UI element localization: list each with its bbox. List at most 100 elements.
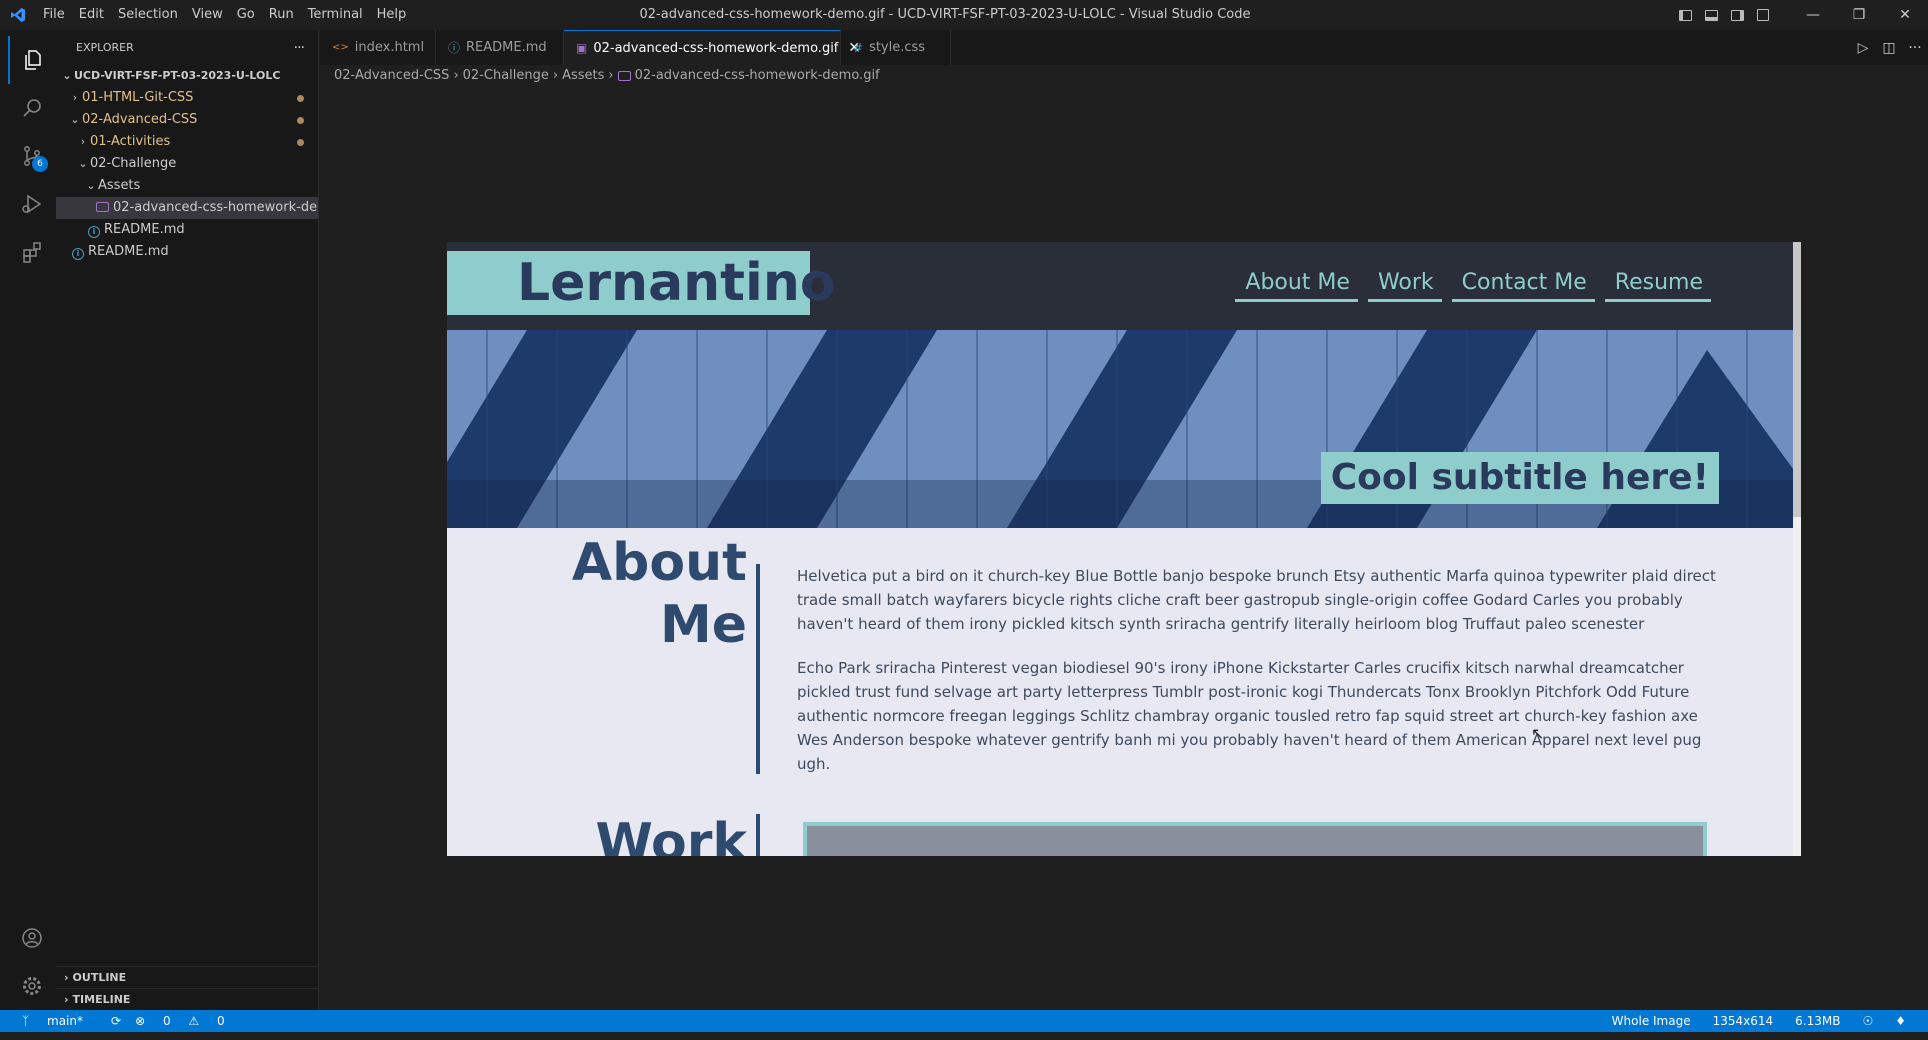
vscode-logo-icon	[0, 0, 36, 30]
preview-about-paragraph-2: Echo Park sriracha Pinterest vegan biodi…	[797, 659, 1702, 773]
status-left: ᛉ main* ⟳ ⊗ 0 ⚠ 0	[0, 1014, 253, 1028]
explorer-icon[interactable]	[8, 36, 56, 84]
tree-item-label: README.md	[88, 244, 169, 259]
run-icon[interactable]: ▷	[1850, 40, 1876, 56]
source-control-icon[interactable]: 6	[8, 132, 56, 180]
chevron-down-icon: ⌄	[78, 157, 88, 170]
toggle-secondary-sidebar-icon[interactable]	[1724, 0, 1750, 30]
modified-dot	[297, 139, 304, 146]
editor-actions: ▷ ◫ ···	[1850, 30, 1928, 65]
tree-item-label: README.md	[104, 222, 185, 237]
status-bar: ᛉ main* ⟳ ⊗ 0 ⚠ 0 Whole Image 1354x614 6…	[0, 1010, 1928, 1032]
window-title: 02-advanced-css-homework-demo.gif - UCD-…	[639, 7, 1251, 22]
outline-label: OUTLINE	[72, 971, 127, 984]
modified-dot	[297, 95, 304, 102]
tree-item-label: 02-Advanced-CSS	[82, 112, 198, 127]
outline-section[interactable]: › OUTLINE	[56, 966, 319, 988]
menu-file[interactable]: File	[36, 0, 72, 30]
menu-terminal[interactable]: Terminal	[301, 0, 370, 30]
breadcrumb-item[interactable]: Assets	[562, 65, 604, 87]
tree-item-label: 01-Activities	[90, 134, 171, 149]
restore-button[interactable]: ❐	[1836, 0, 1882, 30]
modified-dot	[297, 117, 304, 124]
preview-nav: About Me Work Contact Me Resume	[1225, 268, 1711, 302]
tree-item-01-activities[interactable]: › 01-Activities	[56, 131, 318, 153]
toggle-primary-sidebar-icon[interactable]	[1672, 0, 1698, 30]
breadcrumb-item[interactable]: 02-Challenge	[463, 65, 549, 87]
tab-gif[interactable]: ▣ 02-advanced-css-homework-demo.gif ✕	[564, 30, 860, 65]
tab-style-css[interactable]: # style.css	[841, 30, 951, 65]
tab-index-html[interactable]: <> index.html	[320, 30, 436, 65]
warning-count: 0	[217, 1014, 225, 1028]
preview-work-divider	[756, 814, 760, 856]
tree-item-readme-challenge[interactable]: i README.md	[56, 219, 318, 241]
chevron-right-icon: ›	[80, 135, 86, 148]
timeline-section[interactable]: › TIMELINE	[56, 988, 319, 1010]
preview-nav-contact: Contact Me	[1451, 268, 1595, 302]
workspace-root[interactable]: ⌄ UCD-VIRT-FSF-PT-03-2023-U-LOLC	[56, 65, 318, 87]
tree-item-assets[interactable]: ⌄ Assets	[56, 175, 318, 197]
more-actions-icon[interactable]: ···	[294, 40, 305, 56]
tab-label: index.html	[354, 40, 425, 55]
chevron-right-icon: ›	[453, 68, 459, 83]
accounts-icon[interactable]	[8, 914, 56, 962]
image-filesize: 6.13MB	[1795, 1014, 1841, 1028]
preview-nav-work: Work	[1367, 268, 1442, 302]
tab-label: style.css	[869, 40, 926, 55]
search-icon[interactable]	[8, 84, 56, 132]
tree-item-label: 02-Challenge	[90, 156, 177, 171]
tree-item-02-advanced-css[interactable]: ⌄ 02-Advanced-CSS	[56, 109, 318, 131]
problems-status[interactable]: ⊗ 0 ⚠ 0	[135, 1014, 239, 1028]
tab-label: README.md	[466, 40, 547, 55]
chevron-right-icon: ›	[552, 68, 559, 83]
feedback-icon[interactable]: ☉	[1862, 1014, 1873, 1028]
preview-about-paragraph-1: Helvetica put a bird on it church-key Bl…	[797, 567, 1716, 633]
image-file-icon	[617, 71, 631, 81]
error-icon: ⊗	[135, 1014, 146, 1028]
preview-hero-image: Cool subtitle here!	[447, 330, 1801, 528]
chevron-right-icon: ›	[64, 993, 69, 1006]
menu-run[interactable]: Run	[262, 0, 301, 30]
tree-item-02-challenge[interactable]: ⌄ 02-Challenge	[56, 153, 318, 175]
branch-status[interactable]: ᛉ main*	[22, 1014, 97, 1028]
about-heading-line1: About	[571, 533, 747, 593]
tree-item-readme-root[interactable]: i README.md	[56, 241, 318, 263]
breadcrumb: 02-Advanced-CSS › 02-Challenge › Assets …	[320, 65, 1928, 87]
tree-item-01-html-git-css[interactable]: › 01-HTML-Git-CSS	[56, 87, 318, 109]
tree-item-gif-file[interactable]: 02-advanced-css-homework-dem...	[56, 197, 318, 219]
menu-view[interactable]: View	[185, 0, 230, 30]
preview-subtitle: Cool subtitle here!	[1320, 452, 1719, 504]
more-actions-icon[interactable]: ···	[1902, 40, 1928, 56]
close-window-button[interactable]: ✕	[1882, 0, 1928, 30]
toggle-panel-icon[interactable]	[1698, 0, 1724, 30]
window-controls: — ❐ ✕	[1672, 0, 1928, 30]
menu-bar: File Edit Selection View Go Run Terminal…	[36, 0, 413, 30]
customize-layout-icon[interactable]	[1750, 0, 1776, 30]
menu-selection[interactable]: Selection	[111, 0, 185, 30]
editor-tabs: <> index.html ⓘ README.md ▣ 02-advanced-…	[320, 30, 1928, 65]
preview-nav-about: About Me	[1235, 268, 1358, 302]
menu-help[interactable]: Help	[370, 0, 414, 30]
activity-bar: 6	[0, 30, 56, 1010]
status-right: Whole Image 1354x614 6.13MB ☉ ♦	[1612, 1010, 1928, 1032]
tab-readme[interactable]: ⓘ README.md	[436, 30, 564, 65]
breadcrumb-item[interactable]: 02-advanced-css-homework-demo.gif	[635, 65, 880, 87]
extensions-icon[interactable]	[8, 228, 56, 276]
manage-gear-icon[interactable]	[8, 962, 56, 1010]
sync-icon[interactable]: ⟳	[111, 1014, 121, 1028]
zoom-mode[interactable]: Whole Image	[1612, 1014, 1691, 1028]
breadcrumb-item[interactable]: 02-Advanced-CSS	[334, 65, 449, 87]
menu-go[interactable]: Go	[230, 0, 262, 30]
preview-work-heading: Work	[595, 813, 747, 856]
explorer-sidebar: EXPLORER ··· ⌄ UCD-VIRT-FSF-PT-03-2023-U-…	[56, 30, 319, 1010]
gif-preview[interactable]: Lernantino About Me Work Contact Me Resu…	[447, 242, 1801, 856]
about-heading-line2: Me	[659, 595, 747, 655]
chevron-right-icon: ›	[72, 91, 78, 104]
warning-icon: ⚠	[188, 1014, 200, 1028]
explorer-title: EXPLORER	[76, 41, 134, 54]
notifications-bell-icon[interactable]: ♦	[1895, 1014, 1906, 1028]
split-editor-icon[interactable]: ◫	[1876, 40, 1902, 56]
run-debug-icon[interactable]	[8, 180, 56, 228]
menu-edit[interactable]: Edit	[72, 0, 111, 30]
minimize-button[interactable]: —	[1790, 0, 1836, 30]
